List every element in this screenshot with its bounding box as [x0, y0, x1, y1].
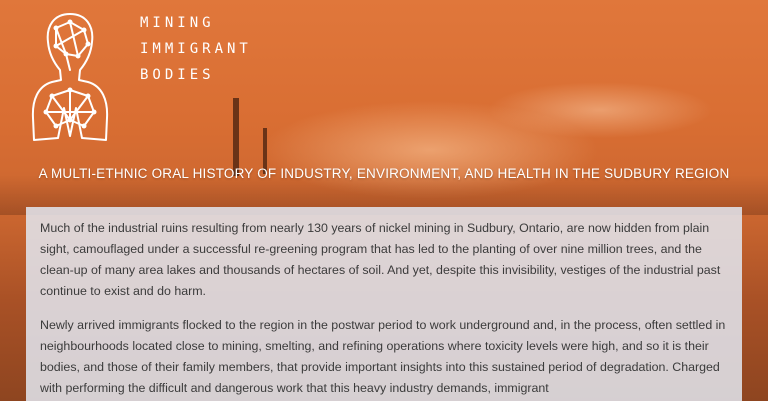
site-tagline: A MULTI-ETHNIC ORAL HISTORY OF INDUSTRY,…: [38, 166, 730, 181]
intro-paragraph-1: Much of the industrial ruins resulting f…: [40, 221, 721, 298]
intro-panel: Much of the industrial ruins resulting f…: [26, 207, 742, 401]
smokestack: [233, 98, 239, 176]
head-and-torso-network-icon[interactable]: [30, 8, 110, 148]
brand-line-immigrant: IMMIGRANT: [140, 41, 252, 57]
brand-line-bodies: BODIES: [140, 67, 215, 83]
site-brand[interactable]: MINING IMMIGRANT BODIES: [140, 10, 252, 88]
brand-line-mining: MINING: [140, 15, 215, 31]
intro-paragraph-2: Newly arrived immigrants flocked to the …: [40, 318, 726, 395]
